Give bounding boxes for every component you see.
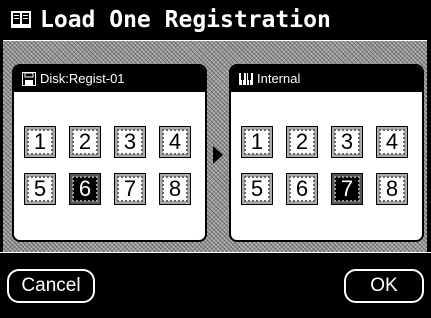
source-slot-7[interactable]: 7 [114,173,146,205]
keyboard-icon [239,73,253,85]
cancel-button[interactable]: Cancel [7,269,95,303]
destination-slot-6[interactable]: 6 [286,173,318,205]
title-bar: Load One Registration [0,0,431,40]
source-panel: Disk:Regist-01 1 2 3 4 5 6 7 8 [12,64,207,242]
content-area: Disk:Regist-01 1 2 3 4 5 6 7 8 Internal … [3,40,427,253]
source-slot-6[interactable]: 6 [69,173,101,205]
book-icon [11,11,31,28]
destination-slot-7[interactable]: 7 [331,173,363,205]
page-title: Load One Registration [40,7,331,33]
ok-button[interactable]: OK [344,269,424,303]
source-slot-4[interactable]: 4 [159,126,191,158]
source-slot-3[interactable]: 3 [114,126,146,158]
destination-panel-header: Internal [231,66,422,92]
destination-panel: Internal 1 2 3 4 5 6 7 8 [229,64,424,242]
destination-slot-4[interactable]: 4 [376,126,408,158]
destination-slot-3[interactable]: 3 [331,126,363,158]
load-registration-screen: Load One Registration Disk:Regist-01 1 2… [0,0,431,318]
destination-panel-label: Internal [257,71,301,86]
source-panel-header: Disk:Regist-01 [14,66,205,92]
source-slot-8[interactable]: 8 [159,173,191,205]
source-slot-5[interactable]: 5 [24,173,56,205]
destination-slot-2[interactable]: 2 [286,126,318,158]
destination-slot-5[interactable]: 5 [241,173,273,205]
source-slot-1[interactable]: 1 [24,126,56,158]
disk-icon [22,72,36,86]
footer-bar: Cancel OK [0,253,431,318]
destination-slot-8[interactable]: 8 [376,173,408,205]
destination-slot-1[interactable]: 1 [241,126,273,158]
source-panel-label: Disk:Regist-01 [40,71,125,86]
source-slot-2[interactable]: 2 [69,126,101,158]
arrow-right-icon [213,146,223,164]
